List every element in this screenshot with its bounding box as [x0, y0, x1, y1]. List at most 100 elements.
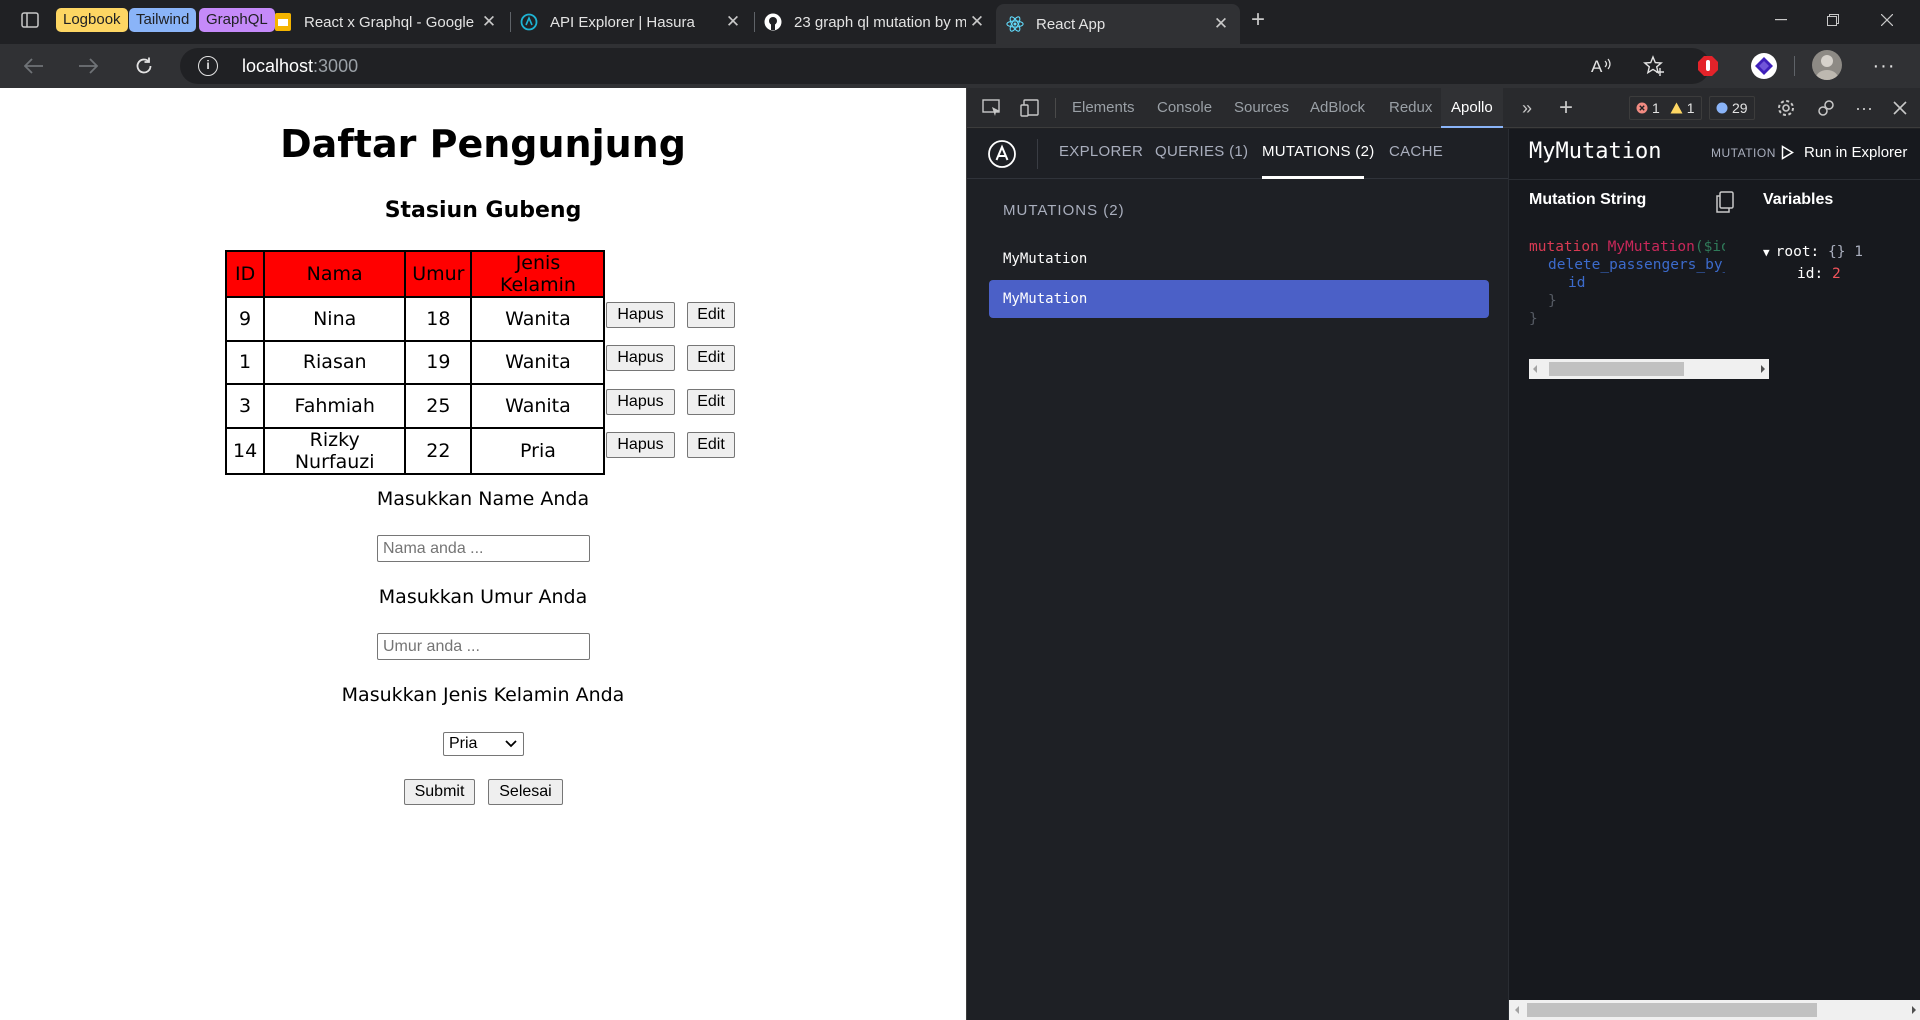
age-input[interactable] [377, 633, 590, 660]
mutation-list-item-selected[interactable]: MyMutation [989, 280, 1489, 318]
apollo-tab-mutations[interactable]: MUTATIONS (2) [1262, 143, 1375, 160]
cell-nama: Rizky Nurfauzi [263, 426, 407, 475]
devtools-tab-redux[interactable]: Redux [1379, 88, 1442, 128]
more-options-icon[interactable]: ··· [1851, 96, 1877, 120]
chevron-down-icon [505, 740, 517, 748]
cell-jenis-kelamin: Wanita [470, 339, 606, 385]
tab-github[interactable]: 23 graph ql mutation by mochar ✕ [754, 4, 996, 40]
edit-button[interactable]: Edit [687, 432, 735, 458]
cell-nama: Nina [263, 296, 407, 342]
page-subtitle: Stasiun Gubeng [384, 198, 582, 223]
scroll-right-icon[interactable] [1910, 1005, 1918, 1015]
back-icon[interactable] [18, 50, 50, 82]
mutation-list-item[interactable]: MyMutation [989, 240, 1489, 278]
google-slides-icon [274, 13, 292, 31]
favorite-star-icon[interactable] [1640, 52, 1668, 80]
scroll-right-icon[interactable] [1759, 364, 1767, 374]
close-icon[interactable]: ✕ [966, 12, 988, 32]
apollo-tab-cache[interactable]: CACHE [1389, 143, 1443, 160]
copy-icon[interactable] [1715, 191, 1737, 213]
close-devtools-icon[interactable] [1887, 96, 1913, 120]
apollo-nav: EXPLORER QUERIES (1) MUTATIONS (2) CACHE [967, 129, 1508, 179]
scrollbar-thumb[interactable] [1549, 362, 1684, 376]
read-aloud-icon[interactable]: A [1588, 52, 1616, 80]
restore-icon[interactable] [1810, 4, 1856, 36]
hasura-icon [520, 13, 538, 31]
apollo-tab-queries[interactable]: QUERIES (1) [1155, 143, 1248, 160]
apollo-extension-icon[interactable] [1750, 52, 1778, 80]
submit-button[interactable]: Submit [404, 779, 475, 805]
code-horizontal-scrollbar[interactable] [1529, 359, 1769, 379]
gender-select[interactable]: Pria [443, 732, 524, 756]
more-options-icon[interactable]: ··· [1870, 52, 1898, 80]
address-bar[interactable]: i localhost:3000 A [180, 48, 1710, 84]
done-button[interactable]: Selesai [488, 779, 563, 805]
close-icon[interactable]: ✕ [478, 12, 500, 32]
cell-id: 9 [224, 296, 266, 342]
variables-id-row: id: 2 [1797, 266, 1841, 282]
new-tab-icon[interactable]: + [1242, 6, 1274, 34]
variables-root-row[interactable]: ▼ root: {} 1 [1763, 244, 1863, 260]
cell-nama: Fahmiah [263, 383, 407, 429]
inspect-element-icon[interactable] [979, 96, 1005, 120]
device-toolbar-icon[interactable] [1017, 96, 1043, 120]
active-tab-indicator [1262, 176, 1364, 179]
devtools-tab-bar: Elements Console Sources AdBlock Redux A… [967, 88, 1920, 128]
devtools-tab-elements[interactable]: Elements [1062, 88, 1145, 128]
page-title: Daftar Pengunjung [280, 122, 686, 166]
tab-group-logbook[interactable]: Logbook [56, 8, 128, 32]
messages-counter[interactable]: 29 [1709, 96, 1755, 120]
minimize-icon[interactable] [1758, 4, 1804, 36]
devtools-tab-sources[interactable]: Sources [1224, 88, 1299, 128]
run-in-explorer-label: Run in Explorer [1804, 143, 1908, 161]
close-icon[interactable]: ✕ [722, 12, 744, 32]
reload-icon[interactable] [128, 50, 160, 82]
site-info-icon[interactable]: i [198, 56, 218, 76]
edit-button[interactable]: Edit [687, 389, 735, 415]
cell-umur: 25 [404, 383, 473, 429]
tab-divider [1055, 98, 1056, 118]
tab-react-app[interactable]: React App ✕ [996, 4, 1240, 44]
header-jenis-kelamin: Jenis Kelamin [470, 250, 606, 298]
detail-horizontal-scrollbar[interactable] [1509, 1000, 1920, 1020]
name-input[interactable] [377, 535, 590, 562]
tab-title: API Explorer | Hasura [550, 13, 695, 31]
tab-hasura[interactable]: API Explorer | Hasura ✕ [510, 4, 752, 40]
forward-icon[interactable] [72, 50, 104, 82]
apollo-tab-explorer[interactable]: EXPLORER [1059, 143, 1143, 160]
cell-id: 1 [224, 339, 266, 385]
close-icon[interactable]: ✕ [1210, 14, 1232, 34]
scroll-left-icon[interactable] [1531, 364, 1539, 374]
expand-arrow-icon[interactable]: ▼ [1763, 246, 1770, 259]
close-window-icon[interactable] [1864, 4, 1910, 36]
table-row: 14 Rizky Nurfauzi 22 Pria [224, 426, 606, 475]
delete-button[interactable]: Hapus [606, 389, 675, 415]
scroll-left-icon[interactable] [1513, 1005, 1521, 1015]
more-tabs-icon[interactable]: » [1514, 96, 1540, 120]
tab-google-slides[interactable]: React x Graphql - Google Slide ✕ [264, 4, 508, 40]
scrollbar-thumb[interactable] [1527, 1003, 1817, 1017]
issues-counter[interactable]: 1 1 [1629, 96, 1702, 120]
tab-title: 23 graph ql mutation by mochar [794, 13, 966, 31]
delete-button[interactable]: Hapus [606, 302, 675, 328]
adblock-extension-icon[interactable] [1694, 52, 1722, 80]
variables-heading: Variables [1763, 191, 1834, 208]
cell-jenis-kelamin: Wanita [470, 383, 606, 429]
run-in-explorer-button[interactable]: Run in Explorer [1781, 139, 1907, 165]
devtools-tab-console[interactable]: Console [1147, 88, 1222, 128]
error-icon [1636, 102, 1648, 114]
visitors-table: ID Nama Umur Jenis Kelamin 9 Nina 18 Wan… [224, 250, 606, 475]
customize-icon[interactable] [1813, 96, 1839, 120]
tab-actions-icon[interactable] [14, 6, 46, 34]
devtools-tab-apollo[interactable]: Apollo [1441, 88, 1503, 128]
edit-button[interactable]: Edit [687, 302, 735, 328]
profile-avatar[interactable] [1812, 50, 1842, 80]
edit-button[interactable]: Edit [687, 345, 735, 371]
code-line: delete_passengers_by_pk [1548, 257, 1725, 273]
add-panel-icon[interactable]: + [1553, 94, 1579, 121]
tab-group-tailwind[interactable]: Tailwind [129, 8, 197, 32]
delete-button[interactable]: Hapus [606, 345, 675, 371]
settings-gear-icon[interactable] [1773, 96, 1799, 120]
delete-button[interactable]: Hapus [606, 432, 675, 458]
devtools-tab-adblock[interactable]: AdBlock [1300, 88, 1375, 128]
